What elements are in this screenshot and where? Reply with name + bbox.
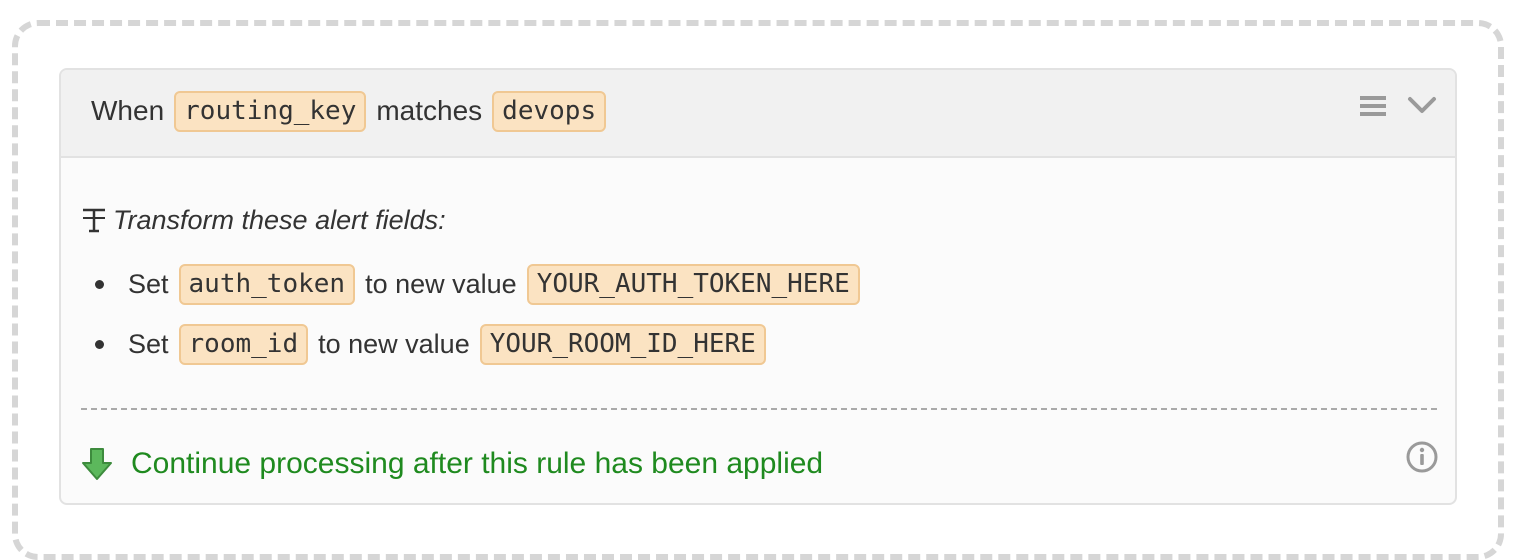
continue-processing: Continue processing after this rule has … (81, 442, 823, 486)
list-item: Set room_id to new value YOUR_ROOM_ID_HE… (91, 320, 870, 368)
condition-value-chip: devops (492, 90, 607, 132)
when-label: When (91, 95, 165, 126)
continue-text: Continue processing after this rule has … (131, 447, 824, 480)
operator-label: matches (376, 95, 483, 126)
set-label: Set (128, 268, 169, 299)
arrow-down-icon (82, 448, 112, 480)
rule-condition: When routing_key matches devops (91, 90, 616, 132)
text-format-icon (83, 208, 105, 233)
field-chip: auth_token (178, 263, 356, 305)
set-label: Set (128, 328, 169, 359)
transform-heading-text: Transform these alert fields: (113, 204, 446, 235)
rule-card: When routing_key matches devops Transfor… (59, 68, 1457, 505)
value-chip: YOUR_AUTH_TOKEN_HERE (526, 263, 860, 305)
value-chip: YOUR_ROOM_ID_HERE (479, 323, 766, 365)
condition-field-chip: routing_key (174, 90, 367, 132)
field-chip: room_id (178, 323, 309, 365)
chevron-down-icon[interactable] (1407, 94, 1437, 116)
hamburger-icon[interactable] (1360, 96, 1386, 116)
list-item: Set auth_token to new value YOUR_AUTH_TO… (91, 260, 870, 308)
to-new-value-label: to new value (365, 268, 517, 299)
info-icon[interactable] (1405, 440, 1439, 474)
bullet-icon (95, 339, 104, 349)
transform-list: Set auth_token to new value YOUR_AUTH_TO… (91, 260, 870, 380)
rule-header[interactable]: When routing_key matches devops (61, 70, 1455, 158)
bullet-icon (95, 279, 104, 289)
transform-heading: Transform these alert fields: (81, 202, 446, 238)
divider (81, 408, 1437, 410)
to-new-value-label: to new value (318, 328, 470, 359)
